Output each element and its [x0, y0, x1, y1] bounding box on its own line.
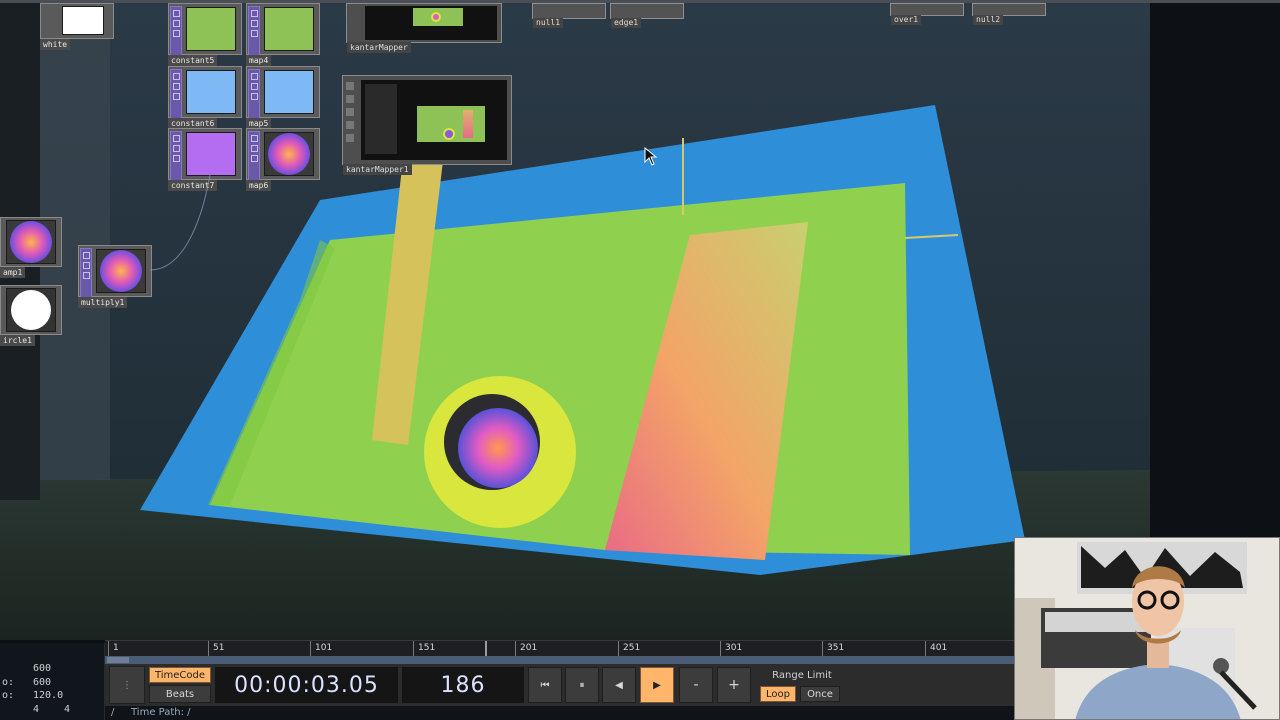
time-path-label: Time Path: /: [131, 707, 191, 718]
rewind-button[interactable]: ⏮: [528, 667, 562, 703]
node-label: over1: [891, 15, 922, 25]
stat-label: o:: [2, 690, 15, 701]
node-map6[interactable]: map6: [246, 128, 320, 191]
node-kantarmapper-top[interactable]: kantarMapper: [346, 3, 502, 53]
range-limit-label: Range Limit: [772, 669, 832, 681]
mouse-cursor-icon: [644, 147, 658, 166]
time-path-bar: / Time Path: /: [105, 706, 1015, 720]
webcam-image: [1015, 538, 1279, 719]
pause-button[interactable]: ⏸: [565, 667, 599, 703]
range-knob[interactable]: [107, 657, 129, 663]
node-label: edge1: [611, 18, 642, 28]
once-toggle[interactable]: Once: [800, 686, 840, 702]
pause-icon: ⏸: [579, 679, 585, 691]
stat-value: 4: [33, 704, 40, 715]
decrement-button[interactable]: -: [679, 667, 713, 703]
timeline-menu-button[interactable]: ⋮: [109, 666, 145, 704]
webcam-overlay: [1014, 537, 1280, 720]
timecode-readout[interactable]: 00:00:03.05: [215, 667, 398, 703]
stat-label: o:: [2, 677, 15, 688]
beats-toggle[interactable]: Beats: [149, 685, 211, 703]
node-over1[interactable]: over1: [890, 3, 964, 25]
node-side-buttons[interactable]: [346, 82, 356, 147]
step-back-button[interactable]: ◀: [602, 667, 636, 703]
play-button[interactable]: ▶: [640, 667, 674, 703]
play-icon: ▶: [653, 679, 661, 691]
stat-value: 600: [33, 677, 52, 688]
timeline-range-bar[interactable]: [105, 656, 1015, 664]
stat-value: 4: [64, 704, 71, 715]
node-label: constant5: [168, 55, 218, 66]
timeline-tick: 351: [822, 641, 844, 657]
timeline-tick: 251: [618, 641, 640, 657]
timeline-tick: 201: [515, 641, 537, 657]
node-edge1[interactable]: edge1: [610, 3, 684, 28]
node-null1[interactable]: null1: [532, 3, 606, 28]
node-label: kantarMapper: [347, 42, 411, 53]
timeline-tick: 1: [108, 641, 119, 657]
node-null2[interactable]: null2: [972, 3, 1046, 25]
timeline-tick: 101: [310, 641, 332, 657]
node-label: map4: [246, 55, 272, 66]
node-constant5[interactable]: constant5: [168, 3, 242, 66]
timeline-tick: 301: [720, 641, 742, 657]
timeline-tick: 51: [208, 641, 224, 657]
timeline-tick: 151: [413, 641, 435, 657]
node-label: kantarMapper1: [343, 164, 412, 175]
increment-button[interactable]: +: [717, 667, 751, 703]
step-back-icon: ◀: [615, 679, 623, 691]
skip-back-icon: ⏮: [540, 679, 550, 691]
node-label: ircle1: [0, 335, 35, 346]
timeline-tick: 401: [925, 641, 947, 657]
node-label: white: [40, 39, 71, 50]
loop-toggle[interactable]: Loop: [760, 686, 796, 702]
node-map4[interactable]: map4: [246, 3, 320, 66]
node-wire: [149, 174, 211, 271]
node-label: null2: [973, 15, 1004, 25]
node-label: amp1: [0, 267, 26, 278]
timeline-ruler[interactable]: 1 51 101 151 201 251 301 351 401: [105, 640, 1015, 657]
node-label: multiply1: [78, 297, 128, 308]
node-kantarmapper1[interactable]: kantarMapper1: [342, 75, 512, 175]
transport-controls: ⋮ TimeCode Beats 00:00:03.05 186 ⏮ ⏸ ◀ ▶…: [105, 664, 1015, 706]
path-root[interactable]: /: [111, 707, 114, 718]
stat-value: 120.0: [33, 690, 64, 701]
node-circle1[interactable]: ircle1: [0, 285, 62, 346]
timeline-playhead[interactable]: [485, 641, 487, 657]
node-constant6[interactable]: constant6: [168, 66, 242, 129]
node-map5[interactable]: map5: [246, 66, 320, 129]
stat-value: 600: [33, 663, 52, 674]
frame-readout[interactable]: 186: [402, 667, 524, 703]
timecode-toggle[interactable]: TimeCode: [149, 667, 211, 683]
node-white[interactable]: white: [40, 3, 114, 50]
node-label: map6: [246, 180, 272, 191]
vertical-dots-icon: ⋮: [122, 679, 132, 691]
node-label: null1: [533, 18, 564, 28]
stats-panel: 600 o: 600 o: 120.0 4 4: [0, 643, 105, 720]
node-ramp1[interactable]: amp1: [0, 217, 62, 278]
